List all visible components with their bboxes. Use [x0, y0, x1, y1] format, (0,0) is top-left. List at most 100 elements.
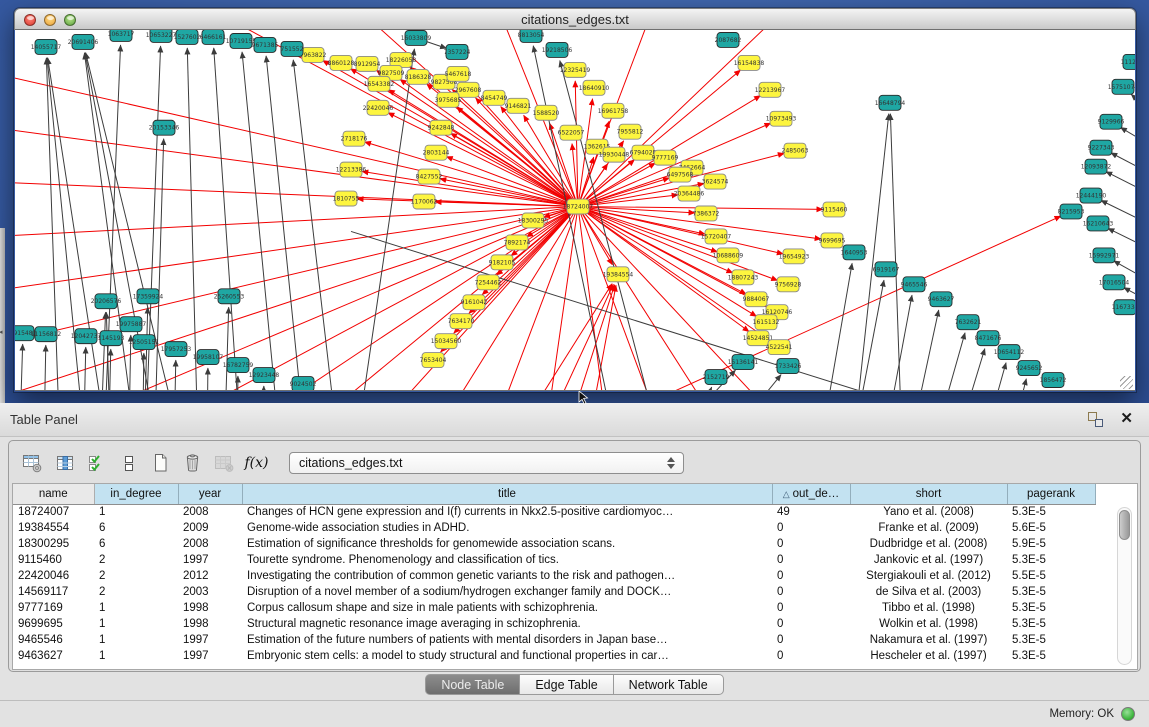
graph-node[interactable]: 10653227: [146, 30, 177, 42]
graph-node[interactable]: 1810755: [333, 191, 360, 206]
graph-node[interactable]: 9115460: [821, 202, 848, 217]
graph-node[interactable]: 15034560: [431, 334, 462, 349]
graph-node[interactable]: 19958107: [193, 350, 224, 365]
graph-node[interactable]: 15751074: [1108, 79, 1135, 94]
graph-node[interactable]: 1145193: [98, 331, 125, 346]
graph-node[interactable]: 7634170: [448, 314, 475, 329]
graph-node[interactable]: 7357224: [444, 44, 471, 59]
graph-node[interactable]: 16210643: [1083, 216, 1114, 231]
table-settings-button[interactable]: [19, 450, 46, 476]
graph-node[interactable]: 9756928: [775, 277, 802, 292]
graph-node[interactable]: 11156812: [31, 327, 62, 342]
graph-node[interactable]: 18640910: [579, 80, 610, 95]
rows-button[interactable]: [115, 450, 142, 476]
graph-node[interactable]: 9242848: [428, 120, 455, 135]
graph-node[interactable]: 20691406: [68, 34, 99, 49]
graph-node[interactable]: 16543382: [364, 76, 395, 91]
graph-node[interactable]: 1112987: [1121, 54, 1135, 69]
graph-node[interactable]: 19975887: [116, 317, 147, 332]
graph-node[interactable]: 17957253: [161, 342, 192, 357]
graph-node[interactable]: 6466161: [200, 30, 227, 44]
create-table-button[interactable]: [147, 450, 174, 476]
graph-node[interactable]: 6522057: [558, 125, 585, 140]
graph-node[interactable]: 6919167: [873, 262, 900, 277]
table-row[interactable]: 969969511998Structural magnetic resonanc…: [13, 616, 1095, 632]
graph-node[interactable]: 19218506: [542, 42, 573, 57]
network-canvas[interactable]: 1872400779638228860128891295418226058982…: [15, 30, 1135, 391]
table-row[interactable]: 946362711997Embryonic stem cells: a mode…: [13, 648, 1095, 664]
graph-node[interactable]: 9182105: [489, 255, 516, 270]
graph-node[interactable]: 15992971: [1089, 248, 1120, 263]
graph-node[interactable]: 12325419: [560, 62, 591, 77]
delete-table-button[interactable]: [211, 450, 238, 476]
graph-node[interactable]: 9146821: [505, 98, 532, 113]
graph-node[interactable]: 16033809: [401, 30, 432, 45]
graph-node[interactable]: 12444190: [1076, 188, 1107, 203]
graph-node[interactable]: 2485063: [782, 143, 809, 158]
graph-node[interactable]: 8813054: [518, 30, 545, 42]
graph-node[interactable]: 9129966: [1098, 114, 1125, 129]
table-row[interactable]: 977716911998Corpus callosum shape and si…: [13, 600, 1095, 616]
graph-node[interactable]: 1640953: [841, 245, 868, 260]
graph-node[interactable]: 12093872: [1081, 159, 1112, 174]
graph-node[interactable]: 1170062: [411, 194, 438, 209]
graph-node[interactable]: 8454749: [481, 90, 508, 105]
graph-node[interactable]: 12923448: [249, 368, 280, 383]
graph-node[interactable]: 19384554: [603, 267, 634, 282]
graph-node[interactable]: 18724007: [563, 199, 594, 214]
column-header-in_degree[interactable]: in_degree: [94, 484, 178, 504]
graph-node[interactable]: 15136141: [728, 355, 759, 370]
graph-node[interactable]: 7892174: [504, 235, 531, 250]
table-row[interactable]: 1872400712008Changes of HCN gene express…: [13, 504, 1095, 520]
table-row[interactable]: 1830029562008Estimation of significance …: [13, 536, 1095, 552]
graph-node[interactable]: 1588520: [533, 105, 560, 120]
graph-node[interactable]: 9463627: [928, 292, 955, 307]
graph-node[interactable]: 1733426: [775, 359, 802, 374]
table-row[interactable]: 911546021997Tourette syndrome. Phenomeno…: [13, 552, 1095, 568]
graph-node[interactable]: 9161042: [461, 295, 488, 310]
float-panel-button[interactable]: [1088, 412, 1103, 427]
graph-node[interactable]: 10654112: [994, 345, 1025, 360]
resize-grip[interactable]: [1120, 376, 1133, 389]
network-window-titlebar[interactable]: citations_edges.txt: [14, 8, 1136, 30]
scrollbar-thumb[interactable]: [1119, 510, 1130, 540]
graph-node[interactable]: 19930448: [599, 147, 630, 162]
graph-node[interactable]: 9227343: [1088, 140, 1115, 155]
delete-rows-button[interactable]: [179, 450, 206, 476]
graph-node[interactable]: 20364486: [674, 186, 705, 201]
graph-node[interactable]: 4522541: [766, 340, 793, 355]
memory-ok-indicator[interactable]: [1121, 707, 1135, 721]
graph-node[interactable]: 20153346: [149, 120, 180, 135]
graph-node[interactable]: 751552: [281, 41, 304, 56]
tab-node-table[interactable]: Node Table: [425, 674, 520, 695]
close-panel-button[interactable]: ✕: [1120, 409, 1133, 427]
graph-node[interactable]: 2152719: [703, 370, 730, 385]
graph-node[interactable]: 9671385: [252, 37, 279, 52]
graph-node[interactable]: 15720407: [701, 229, 732, 244]
table-row[interactable]: 2242004622012Investigating the contribut…: [13, 568, 1095, 584]
graph-node[interactable]: 3624574: [702, 174, 729, 189]
graph-node[interactable]: 17359924: [133, 289, 164, 304]
graph-node[interactable]: 19654923: [779, 249, 810, 264]
graph-node[interactable]: 1615132: [753, 315, 780, 330]
column-header-pagerank[interactable]: pagerank: [1007, 484, 1095, 504]
tab-edge-table[interactable]: Edge Table: [520, 674, 613, 695]
graph-node[interactable]: 9465546: [901, 277, 928, 292]
graph-node[interactable]: 7632621: [955, 315, 982, 330]
graph-node[interactable]: 7653404: [420, 353, 447, 368]
graph-node[interactable]: 1856472: [1040, 373, 1067, 388]
left-splitter[interactable]: ◂: [0, 228, 5, 403]
graph-node[interactable]: 8427552: [416, 169, 443, 184]
graph-node[interactable]: 16961758: [598, 103, 629, 118]
column-header-year[interactable]: year: [178, 484, 242, 504]
table-row[interactable]: 1938455462009Genome-wide association stu…: [13, 520, 1095, 536]
column-header-name[interactable]: name: [13, 484, 94, 504]
graph-node[interactable]: 7386372: [693, 206, 720, 221]
graph-node[interactable]: 2087682: [715, 32, 742, 47]
graph-node[interactable]: 9024502: [290, 377, 317, 391]
column-header-title[interactable]: title: [242, 484, 772, 504]
tab-network-table[interactable]: Network Table: [614, 674, 724, 695]
function-builder-button[interactable]: f(x): [243, 450, 270, 476]
graph-node[interactable]: 10973493: [766, 111, 797, 126]
graph-node[interactable]: 25260553: [214, 289, 245, 304]
